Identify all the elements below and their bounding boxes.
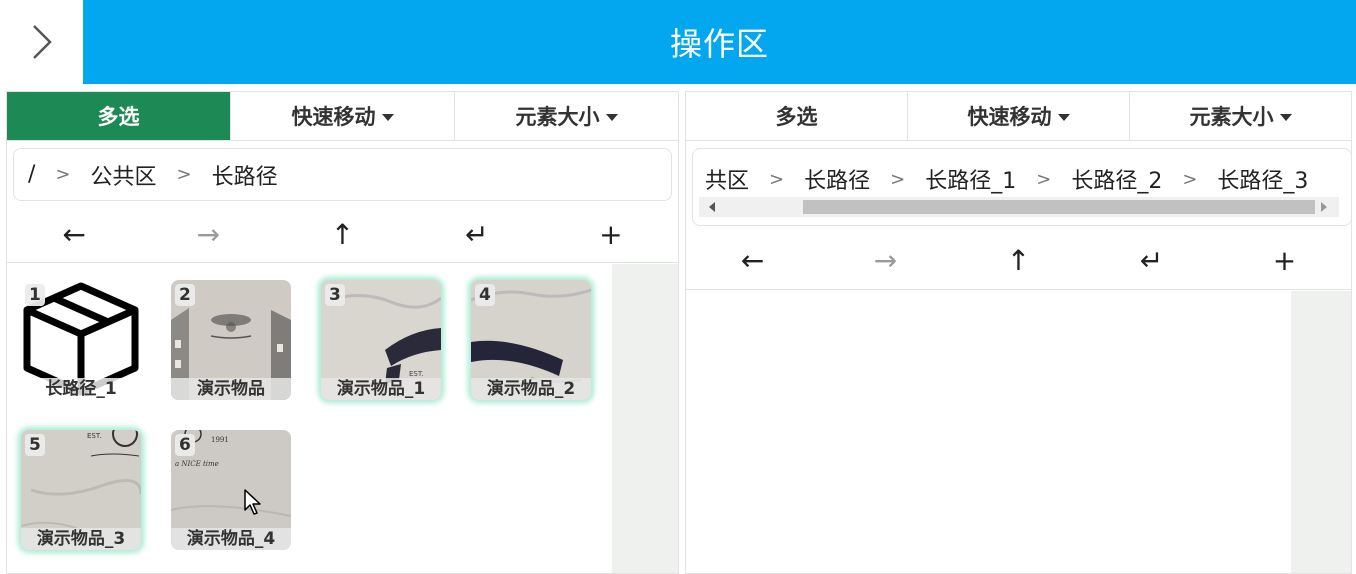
right-file-panel: 多选 快速移动 元素大小 共区 > 长路径 > 长路径_1 > 长路径_2 > …: [685, 91, 1352, 574]
back-button[interactable]: ←: [7, 218, 141, 251]
breadcrumb: / > 公共区 > 长路径: [13, 148, 672, 201]
breadcrumb-item-long-path[interactable]: 长路径: [804, 163, 870, 195]
forward-button[interactable]: →: [141, 218, 275, 251]
element-size-label: 元素大小: [515, 105, 600, 129]
quick-move-label: 快速移动: [291, 105, 376, 129]
scroll-left-arrow-icon[interactable]: [709, 202, 715, 212]
scrollbar-thumb[interactable]: [803, 200, 1315, 214]
right-nav-bar: ← → ↑ ↵ +: [686, 232, 1351, 290]
enter-button[interactable]: ↵: [410, 218, 544, 251]
multi-select-label: 多选: [775, 105, 818, 129]
collapse-sidebar-button[interactable]: [0, 0, 83, 84]
caret-down-icon: [381, 113, 394, 121]
grid-item-image[interactable]: 2 演示物品: [171, 280, 291, 400]
item-number: 2: [175, 284, 195, 306]
breadcrumb-item-long-path-3[interactable]: 长路径_3: [1217, 163, 1308, 195]
item-grid-empty: [686, 291, 1291, 573]
back-button[interactable]: ←: [686, 244, 819, 277]
element-size-dropdown[interactable]: 元素大小: [455, 92, 678, 140]
vertical-scrollbar[interactable]: [1291, 291, 1351, 573]
svg-text:EST.: EST.: [87, 432, 102, 440]
breadcrumb-item-long-path[interactable]: 长路径: [212, 159, 278, 191]
right-toolbar: 多选 快速移动 元素大小: [686, 92, 1351, 141]
caret-down-icon: [1279, 113, 1292, 121]
breadcrumb-item-long-path-1[interactable]: 长路径_1: [925, 163, 1016, 195]
item-number: 4: [475, 284, 495, 306]
svg-text:EST.: EST.: [409, 370, 424, 378]
vertical-scrollbar[interactable]: [612, 264, 678, 573]
scroll-right-arrow-icon[interactable]: [1321, 202, 1327, 212]
breadcrumb-item-public[interactable]: 公共区: [91, 159, 157, 191]
add-button[interactable]: +: [544, 218, 678, 251]
grid-item-image[interactable]: EST. 5 演示物品_3: [21, 430, 141, 550]
grid-item-image[interactable]: 4 演示物品_2: [471, 280, 591, 400]
item-number: 6: [175, 434, 195, 456]
breadcrumb-separator: >: [176, 164, 192, 185]
item-grid: 1 长路径_1 2 演示物品 EST. 3 演示物品_1 4 演示物品_2 ES…: [7, 264, 612, 573]
svg-text:1991: 1991: [211, 436, 229, 444]
left-toolbar: 多选 快速移动 元素大小: [7, 92, 678, 141]
grid-item-image[interactable]: 1991 a NICE time 6 演示物品_4: [171, 430, 291, 550]
breadcrumb-root[interactable]: /: [28, 162, 35, 187]
chevron-right-icon: [32, 25, 52, 59]
header-bar: 操作区: [83, 0, 1356, 84]
quick-move-label: 快速移动: [967, 105, 1052, 129]
page-title: 操作区: [669, 25, 769, 63]
quick-move-dropdown[interactable]: 快速移动: [231, 92, 455, 140]
svg-text:a NICE time: a NICE time: [175, 460, 219, 468]
up-button[interactable]: ↑: [275, 218, 409, 251]
left-file-panel: 多选 快速移动 元素大小 / > 公共区 > 长路径 ← → ↑ ↵ + 1 长…: [6, 91, 679, 574]
breadcrumb-horizontal-scrollbar[interactable]: [699, 197, 1339, 217]
enter-button[interactable]: ↵: [1085, 244, 1218, 277]
breadcrumb-separator: >: [769, 168, 785, 190]
multi-select-button[interactable]: 多选: [686, 92, 908, 140]
element-size-label: 元素大小: [1189, 105, 1274, 129]
breadcrumb-separator: >: [1182, 168, 1198, 190]
item-number: 1: [25, 284, 45, 306]
breadcrumb-separator: >: [1036, 168, 1052, 190]
item-number: 5: [25, 434, 45, 456]
add-button[interactable]: +: [1218, 244, 1351, 277]
item-label: 长路径_1: [21, 378, 141, 400]
breadcrumb-item-long-path-2[interactable]: 长路径_2: [1071, 163, 1162, 195]
grid-item-image[interactable]: EST. 3 演示物品_1: [321, 280, 441, 400]
multi-select-button[interactable]: 多选: [7, 92, 231, 140]
breadcrumb-item-public[interactable]: 共区: [705, 163, 749, 195]
quick-move-dropdown[interactable]: 快速移动: [908, 92, 1130, 140]
caret-down-icon: [605, 113, 618, 121]
breadcrumb: 共区 > 长路径 > 长路径_1 > 长路径_2 > 长路径_3: [692, 148, 1351, 226]
forward-button[interactable]: →: [819, 244, 952, 277]
caret-down-icon: [1057, 113, 1070, 121]
item-label: 演示物品_4: [171, 528, 291, 550]
breadcrumb-separator: >: [55, 164, 71, 185]
grid-item-folder[interactable]: 1 长路径_1: [21, 280, 141, 400]
item-label: 演示物品_3: [21, 528, 141, 550]
item-label: 演示物品_2: [471, 378, 591, 400]
multi-select-label: 多选: [97, 105, 140, 129]
element-size-dropdown[interactable]: 元素大小: [1130, 92, 1351, 140]
left-nav-bar: ← → ↑ ↵ +: [7, 207, 678, 263]
item-label: 演示物品_1: [321, 378, 441, 400]
mouse-cursor-icon: [244, 489, 261, 515]
item-label: 演示物品: [171, 378, 291, 400]
up-button[interactable]: ↑: [952, 244, 1085, 277]
item-number: 3: [325, 284, 345, 306]
breadcrumb-separator: >: [890, 168, 906, 190]
